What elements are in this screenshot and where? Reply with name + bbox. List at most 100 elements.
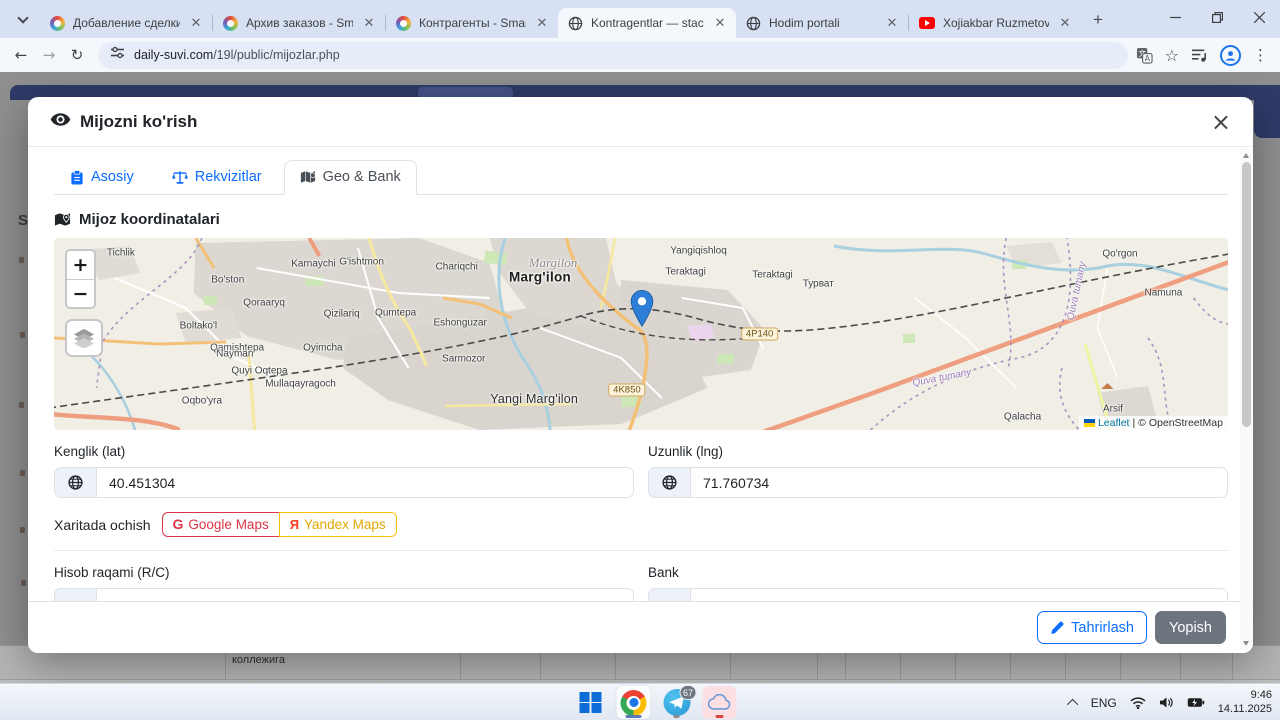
window-close-button[interactable] bbox=[1238, 0, 1280, 34]
scroll-down-icon[interactable] bbox=[1240, 637, 1252, 649]
close-modal-button[interactable]: Yopish bbox=[1154, 611, 1226, 644]
new-tab-button[interactable]: + bbox=[1085, 7, 1111, 33]
map-label: Qumtepa bbox=[375, 307, 417, 319]
map-label: Yangi Marg'ilon bbox=[490, 392, 579, 407]
browser-tab[interactable]: Контрагенты - Smartup ✕ bbox=[386, 8, 558, 38]
map-icon bbox=[300, 171, 316, 183]
map-label: Bo'ston bbox=[211, 274, 245, 286]
tab-geo-bank[interactable]: Geo & Bank bbox=[283, 160, 417, 195]
taskbar-telegram-button[interactable]: 67 bbox=[660, 685, 696, 719]
chrome-menu-icon[interactable]: ⋮ bbox=[1253, 46, 1268, 64]
scrollbar-thumb[interactable] bbox=[1241, 162, 1251, 427]
volume-icon[interactable] bbox=[1159, 696, 1174, 709]
zoom-out-button[interactable]: − bbox=[67, 279, 94, 307]
map-marker-pin[interactable] bbox=[630, 290, 653, 332]
yandex-ya-icon: Я bbox=[289, 516, 300, 532]
windows-logo-icon bbox=[579, 691, 602, 714]
profile-avatar-icon[interactable] bbox=[1220, 44, 1241, 66]
tab-search-icon[interactable] bbox=[8, 4, 38, 34]
tab-close-icon[interactable]: ✕ bbox=[1057, 15, 1073, 31]
taskbar-clock[interactable]: 9:46 14.11.2025 bbox=[1218, 689, 1272, 717]
browser-tab-active[interactable]: Kontragentlar — stacked m ✕ bbox=[558, 8, 736, 38]
taskbar-cloud-app-button[interactable] bbox=[702, 686, 737, 719]
open-map-label: Xaritada ochish bbox=[54, 516, 151, 533]
scales-icon bbox=[171, 170, 188, 184]
leaflet-map[interactable]: Tichlik Karnaychi G'ishtmon Chariqchi Ma… bbox=[54, 238, 1228, 430]
tab-title: Kontragentlar — stacked m bbox=[591, 16, 704, 30]
browser-tab[interactable]: Архив заказов - Smartup ✕ bbox=[213, 8, 385, 38]
taskbar-chrome-button[interactable] bbox=[616, 686, 651, 719]
zoom-in-button[interactable]: + bbox=[67, 251, 94, 279]
smartup-favicon-icon bbox=[396, 15, 411, 31]
url-text: daily-suvi.com/19l/public/mijozlar.php bbox=[134, 48, 340, 62]
window-minimize-button[interactable] bbox=[1154, 0, 1196, 34]
language-indicator[interactable]: ENG bbox=[1091, 696, 1117, 710]
tab-close-icon[interactable]: ✕ bbox=[884, 15, 900, 31]
tab-close-icon[interactable]: ✕ bbox=[712, 15, 728, 31]
reload-button[interactable]: ↻ bbox=[64, 42, 90, 68]
yandex-maps-button[interactable]: Я Yandex Maps bbox=[278, 512, 397, 537]
media-playlist-icon[interactable] bbox=[1191, 48, 1208, 63]
tray-expand-icon[interactable] bbox=[1066, 698, 1078, 710]
wifi-icon[interactable] bbox=[1130, 696, 1146, 709]
map-label: Sarmozor bbox=[442, 353, 486, 365]
tab-label: Asosiy bbox=[91, 169, 134, 185]
map-layers-control[interactable] bbox=[65, 319, 103, 357]
globe-icon bbox=[648, 467, 690, 498]
modal-close-icon[interactable]: × bbox=[1211, 110, 1231, 134]
forward-button[interactable]: → bbox=[36, 42, 62, 68]
chrome-icon bbox=[620, 689, 647, 716]
map-label: Qoraaryq bbox=[243, 297, 285, 309]
lng-label: Uzunlik (lng) bbox=[648, 444, 724, 459]
clock-time: 9:46 bbox=[1250, 688, 1272, 701]
map-label: Qalacha bbox=[1003, 411, 1042, 423]
scroll-up-icon[interactable] bbox=[1240, 149, 1252, 161]
smartup-favicon-icon bbox=[50, 15, 65, 31]
account-input[interactable] bbox=[96, 588, 634, 601]
bookmark-star-icon[interactable]: ☆ bbox=[1165, 46, 1179, 65]
background-text-fragment: S bbox=[18, 212, 29, 229]
pencil-icon bbox=[1051, 621, 1064, 634]
edit-button[interactable]: Tahrirlash bbox=[1037, 611, 1147, 644]
tab-title: Архив заказов - Smartup bbox=[246, 16, 353, 30]
tab-close-icon[interactable]: ✕ bbox=[534, 15, 550, 31]
browser-tab[interactable]: Xojiakbar Ruzmetov - Ko'n ✕ bbox=[909, 8, 1081, 38]
battery-icon[interactable] bbox=[1187, 697, 1205, 708]
account-field-group: Hisob raqami (R/C) bbox=[54, 551, 634, 601]
tab-title: Контрагенты - Smartup bbox=[419, 16, 526, 30]
lat-input[interactable]: 40.451304 bbox=[96, 467, 634, 498]
map-label: Qo'rgon bbox=[1102, 248, 1138, 260]
ukraine-flag-icon bbox=[1083, 419, 1095, 427]
tab-label: Geo & Bank bbox=[322, 169, 401, 185]
eye-icon bbox=[50, 112, 71, 132]
browser-tab[interactable]: Добавление сделки - Sma ✕ bbox=[40, 8, 212, 38]
browser-tab[interactable]: Hodim portali ✕ bbox=[736, 8, 908, 38]
tab-close-icon[interactable]: ✕ bbox=[361, 15, 377, 31]
address-bar[interactable]: daily-suvi.com/19l/public/mijozlar.php bbox=[98, 41, 1128, 69]
back-button[interactable]: ← bbox=[8, 42, 34, 68]
tab-asosiy[interactable]: Asosiy bbox=[54, 160, 150, 195]
bank-prefix-icon bbox=[648, 588, 690, 601]
lng-input[interactable]: 71.760734 bbox=[690, 467, 1228, 498]
google-maps-button[interactable]: G Google Maps bbox=[161, 512, 280, 537]
bank-field-group: Bank bbox=[648, 551, 1228, 601]
modal-scrollbar[interactable] bbox=[1240, 148, 1252, 650]
site-info-icon[interactable] bbox=[110, 46, 125, 64]
lat-field-group: Kenglik (lat) 40.451304 bbox=[54, 430, 634, 498]
translate-icon[interactable]: 文A bbox=[1136, 47, 1153, 64]
leaflet-link[interactable]: Leaflet bbox=[1098, 417, 1130, 429]
map-attribution: Leaflet | © OpenStreetMap bbox=[1078, 416, 1228, 430]
smartup-favicon-icon bbox=[223, 15, 238, 31]
bank-input[interactable] bbox=[690, 588, 1228, 601]
modal-title: Mijozni ko'rish bbox=[80, 111, 198, 131]
background-header-corner bbox=[1254, 88, 1280, 138]
browser-tab-strip: Добавление сделки - Sma ✕ Архив заказов … bbox=[0, 0, 1280, 38]
google-g-icon: G bbox=[172, 516, 184, 532]
osm-link[interactable]: OpenStreetMap bbox=[1149, 417, 1223, 429]
tab-label: Rekvizitlar bbox=[194, 169, 262, 185]
tab-rekvizitlar[interactable]: Rekvizitlar bbox=[156, 160, 278, 195]
modal-tab-bar: Asosiy Rekvizitlar Geo & Bank bbox=[54, 160, 1228, 195]
tab-close-icon[interactable]: ✕ bbox=[188, 15, 204, 31]
window-restore-button[interactable] bbox=[1196, 0, 1238, 34]
start-button[interactable] bbox=[574, 686, 608, 719]
